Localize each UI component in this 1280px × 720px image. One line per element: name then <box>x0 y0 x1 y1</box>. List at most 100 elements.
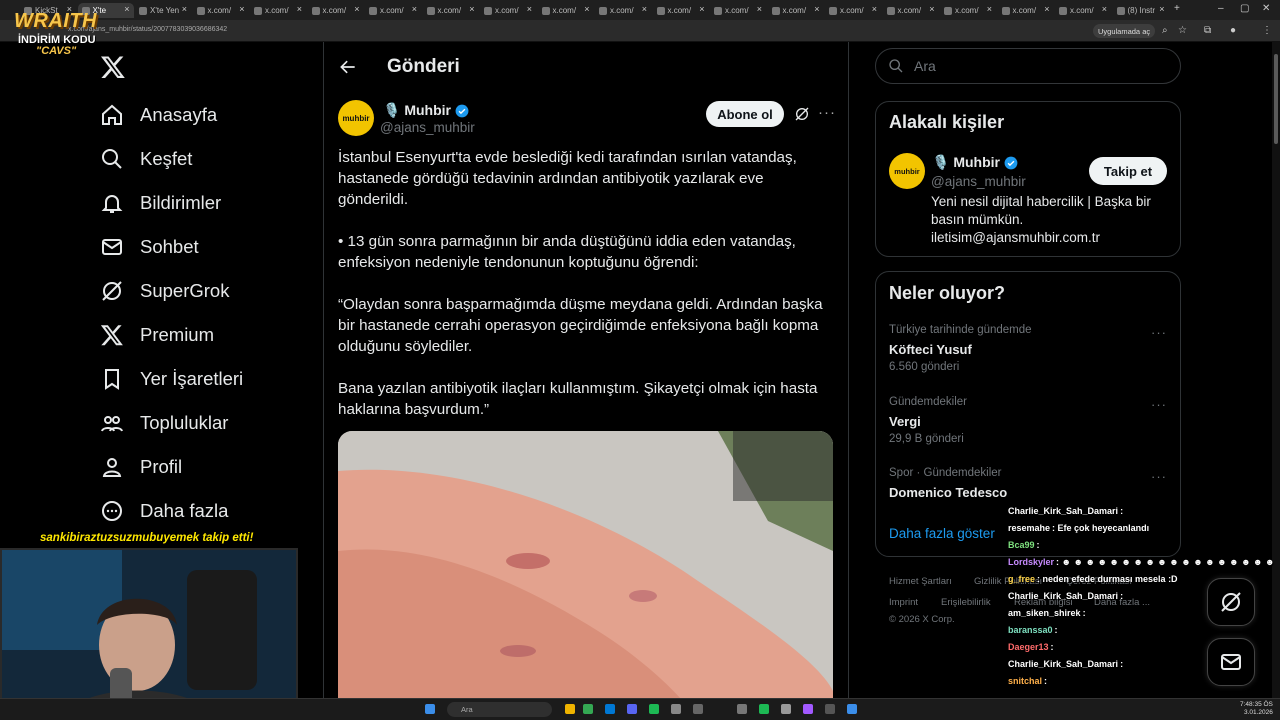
chat-username[interactable]: Charlie_Kirk_Sah_Damari <box>1008 506 1118 516</box>
scrollbar[interactable] <box>1272 42 1280 698</box>
search-input[interactable]: Ara <box>875 48 1181 84</box>
messages-fab-button[interactable] <box>1207 638 1255 686</box>
tab-close-icon[interactable]: × <box>354 4 359 14</box>
chrome-icon[interactable] <box>583 704 593 714</box>
trend-name[interactable]: Vergi <box>889 414 921 429</box>
tab-close-icon[interactable]: × <box>182 4 187 14</box>
show-more-link[interactable]: Daha fazla göster <box>889 526 995 541</box>
scrollbar-thumb[interactable] <box>1274 54 1278 144</box>
back-arrow-icon[interactable] <box>338 57 358 77</box>
tab-close-icon[interactable]: × <box>584 4 589 14</box>
profile-icon[interactable]: ● <box>1230 25 1236 36</box>
browser-tab[interactable]: x.com/ × <box>595 3 651 18</box>
tab-close-icon[interactable]: × <box>699 4 704 14</box>
nav-item-mail[interactable]: Sohbet <box>100 232 199 262</box>
browser-tab[interactable]: X'te Yen × <box>135 3 191 18</box>
star-icon[interactable]: ☆ <box>1178 25 1187 36</box>
new-tab-icon[interactable]: + <box>1174 3 1180 14</box>
app-icon[interactable] <box>781 704 791 714</box>
chat-username[interactable]: baranssa0 <box>1008 625 1053 635</box>
more-options-icon[interactable]: ··· <box>818 104 836 121</box>
chat-username[interactable]: Charlie_Kirk_Sah_Damari <box>1008 659 1118 669</box>
chat-username[interactable]: g_free <box>1008 574 1035 584</box>
nav-item-home[interactable]: Anasayfa <box>100 100 217 130</box>
tab-close-icon[interactable]: × <box>757 4 762 14</box>
related-handle[interactable]: @ajans_muhbir <box>931 174 1026 189</box>
related-name-text[interactable]: 🎙️ Muhbir <box>932 154 1000 171</box>
post-media-image[interactable] <box>338 431 833 720</box>
footer-link[interactable]: Imprint <box>889 597 918 608</box>
start-icon[interactable] <box>425 704 435 714</box>
app-icon[interactable] <box>693 704 703 714</box>
footer-link[interactable]: Erişilebilirlik <box>941 597 991 608</box>
trend-more-icon[interactable]: ··· <box>1151 397 1167 412</box>
nav-item-x[interactable]: Premium <box>100 320 214 350</box>
maximize-icon[interactable]: ▢ <box>1240 3 1249 14</box>
browser-tab[interactable]: x.com/ × <box>768 3 824 18</box>
browser-tab[interactable]: x.com/ × <box>825 3 881 18</box>
browser-tab[interactable]: x.com/ × <box>710 3 766 18</box>
app-icon[interactable] <box>847 704 857 714</box>
extensions-icon[interactable]: ⧉ <box>1204 25 1211 36</box>
chat-username[interactable]: Charlie_Kirk_Sah_Damari <box>1008 591 1118 601</box>
nav-item-communities[interactable]: Topluluklar <box>100 408 228 438</box>
browser-tab[interactable]: x.com/ × <box>308 3 364 18</box>
author-name[interactable]: 🎙️ Muhbir <box>383 102 469 119</box>
close-window-icon[interactable]: ✕ <box>1262 3 1270 14</box>
nav-item-grok[interactable]: SuperGrok <box>100 276 229 306</box>
app-icon[interactable] <box>671 704 681 714</box>
trend-name[interactable]: Domenico Tedesco <box>889 485 1007 500</box>
zoom-icon[interactable]: ⌕ <box>1162 25 1168 36</box>
tab-close-icon[interactable]: × <box>239 4 244 14</box>
file-explorer-icon[interactable] <box>565 704 575 714</box>
tab-close-icon[interactable]: × <box>1044 4 1049 14</box>
browser-tab[interactable]: x.com/ × <box>480 3 536 18</box>
chat-username[interactable]: Bca99 <box>1008 540 1035 550</box>
author-avatar[interactable]: muhbir <box>338 100 374 136</box>
tab-close-icon[interactable]: × <box>1102 4 1107 14</box>
browser-tab[interactable]: x.com/ × <box>250 3 306 18</box>
tab-close-icon[interactable]: × <box>642 4 647 14</box>
chat-username[interactable]: Lordskyler <box>1008 557 1054 567</box>
chat-username[interactable]: am_siken_shirek <box>1008 608 1081 618</box>
minimize-icon[interactable]: – <box>1218 3 1224 14</box>
browser-tab[interactable]: x.com/ × <box>998 3 1054 18</box>
grok-icon[interactable] <box>794 106 810 122</box>
chat-username[interactable]: snitchal <box>1008 676 1042 686</box>
related-avatar[interactable]: muhbir <box>889 153 925 189</box>
browser-tab[interactable]: x.com/ × <box>1055 3 1111 18</box>
tab-close-icon[interactable]: × <box>987 4 992 14</box>
tab-close-icon[interactable]: × <box>412 4 417 14</box>
browser-tab[interactable]: x.com/ × <box>365 3 421 18</box>
trend-more-icon[interactable]: ··· <box>1151 325 1167 340</box>
tab-close-icon[interactable]: × <box>1159 4 1164 14</box>
menu-icon[interactable]: ⋮ <box>1262 25 1272 36</box>
browser-tab[interactable]: x.com/ × <box>940 3 996 18</box>
chat-username[interactable]: resemahe <box>1008 523 1050 533</box>
nav-item-bookmark[interactable]: Yer İşaretleri <box>100 364 243 394</box>
browser-tab[interactable]: x.com/ × <box>538 3 594 18</box>
x-logo-icon[interactable] <box>100 54 126 80</box>
browser-tab[interactable]: x.com/ × <box>423 3 479 18</box>
tab-close-icon[interactable]: × <box>929 4 934 14</box>
app-icon[interactable] <box>737 704 747 714</box>
spotify-icon[interactable] <box>649 704 659 714</box>
taskbar-clock[interactable]: 7:48:35 ÖS 3.01.2026 <box>1240 701 1273 717</box>
open-in-app-button[interactable]: Uygulamada aç <box>1093 24 1156 38</box>
tab-close-icon[interactable]: × <box>469 4 474 14</box>
author-name-text[interactable]: 🎙️ Muhbir <box>383 102 451 119</box>
app-icon[interactable] <box>825 704 835 714</box>
tab-close-icon[interactable]: × <box>297 4 302 14</box>
trend-more-icon[interactable]: ··· <box>1151 469 1167 484</box>
tab-close-icon[interactable]: × <box>124 4 129 14</box>
author-handle[interactable]: @ajans_muhbir <box>380 120 475 135</box>
chat-username[interactable]: Daeger13 <box>1008 642 1049 652</box>
browser-tab[interactable]: (8) Instr × <box>1113 3 1169 18</box>
tab-close-icon[interactable]: × <box>527 4 532 14</box>
subscribe-button[interactable]: Abone ol <box>706 101 784 127</box>
footer-link[interactable]: Hizmet Şartları <box>889 576 952 587</box>
browser-tab[interactable]: x.com/ × <box>883 3 939 18</box>
nav-item-search[interactable]: Keşfet <box>100 144 192 174</box>
grok-fab-button[interactable] <box>1207 578 1255 626</box>
taskbar-search[interactable]: Ara <box>447 702 552 717</box>
